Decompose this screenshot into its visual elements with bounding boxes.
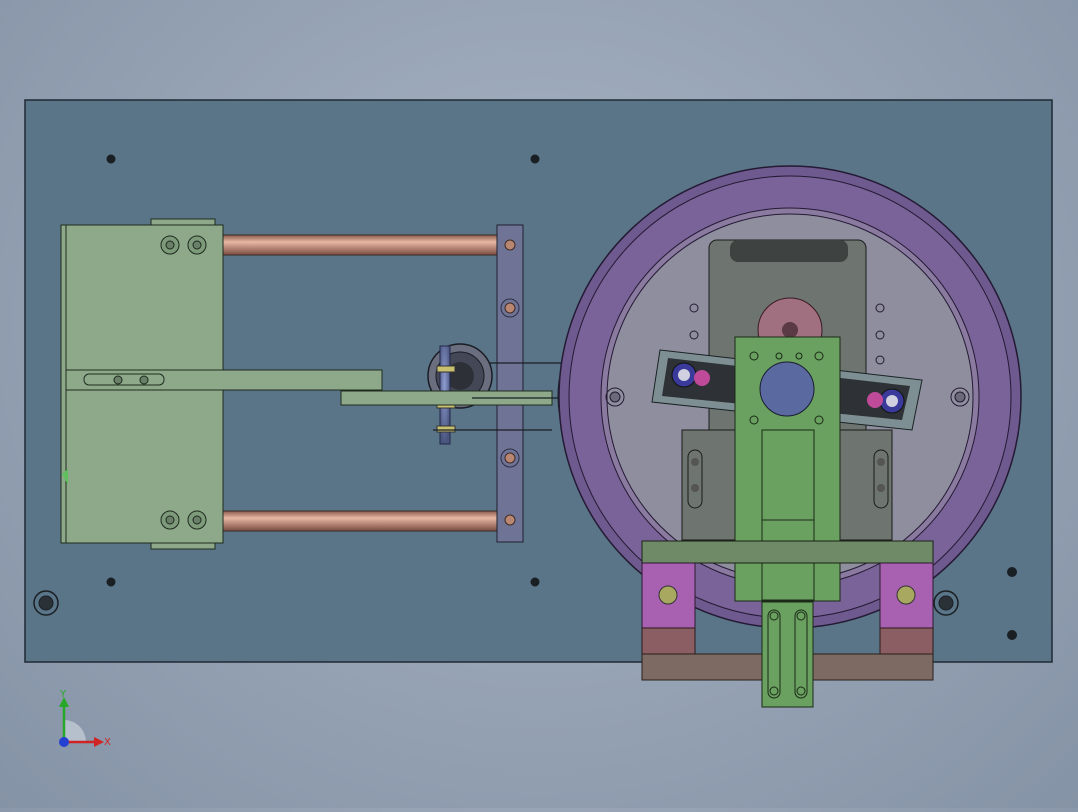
guide-rod-top[interactable] [221, 234, 501, 256]
cad-model-view[interactable]: Y X [0, 0, 1078, 808]
graphics-viewport[interactable]: Y X [0, 0, 1078, 808]
x-axis-label: X [104, 737, 111, 748]
slotted-arm[interactable] [761, 601, 814, 708]
connecting-rod[interactable] [65, 369, 383, 391]
y-axis-label: Y [59, 689, 67, 700]
end-bracket[interactable] [496, 224, 524, 543]
guide-rod-bottom[interactable] [221, 510, 501, 532]
coordinate-triad[interactable]: Y X [59, 689, 111, 748]
z-axis-dot-icon [59, 737, 69, 747]
